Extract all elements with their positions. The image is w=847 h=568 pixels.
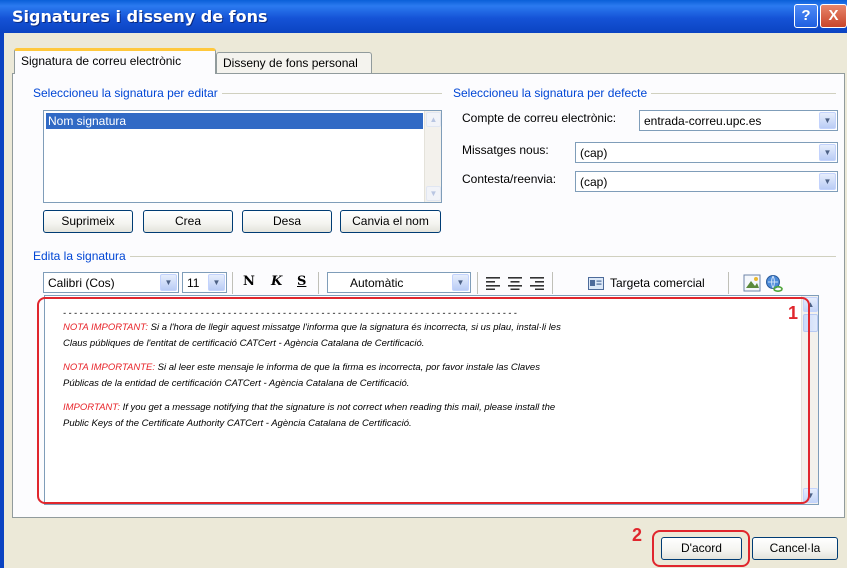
align-center-icon[interactable]: [508, 276, 522, 290]
ok-annotation-box: [652, 530, 750, 567]
toolbar-separator: [728, 272, 729, 294]
window-title: Signatures i disseny de fons: [12, 7, 268, 26]
scroll-down-icon[interactable]: ▼: [426, 186, 441, 201]
default-section-label: Seleccioneu la signatura per defecte: [453, 86, 652, 100]
signatures-dialog: Signatures i disseny de fons ? X Signatu…: [0, 0, 847, 568]
help-button[interactable]: ?: [794, 4, 818, 28]
toolbar-separator: [552, 272, 553, 294]
chevron-down-icon[interactable]: ▼: [819, 144, 836, 161]
toolbar-separator: [318, 272, 319, 294]
cancel-button[interactable]: Cancel·la: [752, 537, 838, 560]
save-button[interactable]: Desa: [242, 210, 332, 233]
align-right-icon[interactable]: [530, 276, 544, 290]
business-card-label: Targeta comercial: [610, 276, 705, 290]
group-divider: [34, 256, 836, 257]
business-card-button[interactable]: Targeta comercial: [588, 274, 722, 294]
replies-label: Contesta/reenvia:: [462, 172, 557, 186]
close-button[interactable]: X: [820, 4, 847, 28]
account-label: Compte de correu electrònic:: [462, 111, 617, 125]
color-value: Automàtic: [350, 276, 404, 290]
tab-label: Disseny de fons personal: [223, 56, 358, 70]
business-card-icon: [588, 277, 604, 290]
chevron-down-icon[interactable]: ▼: [819, 173, 836, 190]
chevron-down-icon[interactable]: ▼: [819, 112, 836, 129]
annotation-number-1: 1: [788, 303, 799, 323]
signature-list[interactable]: Nom signatura ▲ ▼: [43, 110, 442, 203]
window-frame: [0, 33, 4, 568]
rename-button[interactable]: Canvia el nom: [340, 210, 441, 233]
insert-picture-icon[interactable]: [743, 274, 761, 292]
font-size-select[interactable]: 11 ▼: [182, 272, 227, 293]
editor-annotation-box: [37, 297, 810, 504]
title-bar[interactable]: Signatures i disseny de fons ? X: [0, 0, 847, 33]
italic-button[interactable]: K: [271, 274, 282, 289]
toolbar-separator: [477, 272, 478, 294]
new-messages-label: Missatges nous:: [462, 143, 549, 157]
font-size-value: 11: [187, 276, 200, 290]
align-left-icon[interactable]: [486, 276, 500, 290]
bold-button[interactable]: N: [243, 274, 255, 289]
toolbar-separator: [232, 272, 233, 294]
account-select[interactable]: entrada-correu.upc.es ▼: [639, 110, 838, 131]
replies-value: (cap): [580, 175, 608, 189]
edit-section-label: Seleccioneu la signatura per editar: [33, 86, 222, 100]
tab-label: Signatura de correu electrònic: [21, 54, 182, 68]
editor-section-label: Edita la signatura: [33, 249, 130, 263]
font-select[interactable]: Calibri (Cos) ▼: [43, 272, 179, 293]
scroll-up-icon[interactable]: ▲: [426, 112, 441, 127]
new-messages-select[interactable]: (cap) ▼: [575, 142, 838, 163]
new-messages-value: (cap): [580, 146, 608, 160]
tab-email-signature[interactable]: Signatura de correu electrònic: [14, 48, 216, 74]
list-item[interactable]: Nom signatura: [46, 113, 423, 129]
underline-button[interactable]: S: [297, 274, 306, 289]
hyperlink-icon[interactable]: [765, 274, 785, 294]
color-select[interactable]: Automàtic ▼: [327, 272, 471, 293]
new-button[interactable]: Crea: [143, 210, 233, 233]
chevron-down-icon[interactable]: ▼: [160, 274, 177, 291]
account-value: entrada-correu.upc.es: [644, 114, 762, 128]
chevron-down-icon[interactable]: ▼: [208, 274, 225, 291]
replies-select[interactable]: (cap) ▼: [575, 171, 838, 192]
font-value: Calibri (Cos): [48, 276, 115, 290]
annotation-number-2: 2: [632, 525, 643, 545]
delete-button[interactable]: Suprimeix: [43, 210, 133, 233]
list-scrollbar[interactable]: ▲ ▼: [424, 111, 441, 202]
tab-personal-stationery[interactable]: Disseny de fons personal: [216, 52, 372, 74]
chevron-down-icon[interactable]: ▼: [452, 274, 469, 291]
